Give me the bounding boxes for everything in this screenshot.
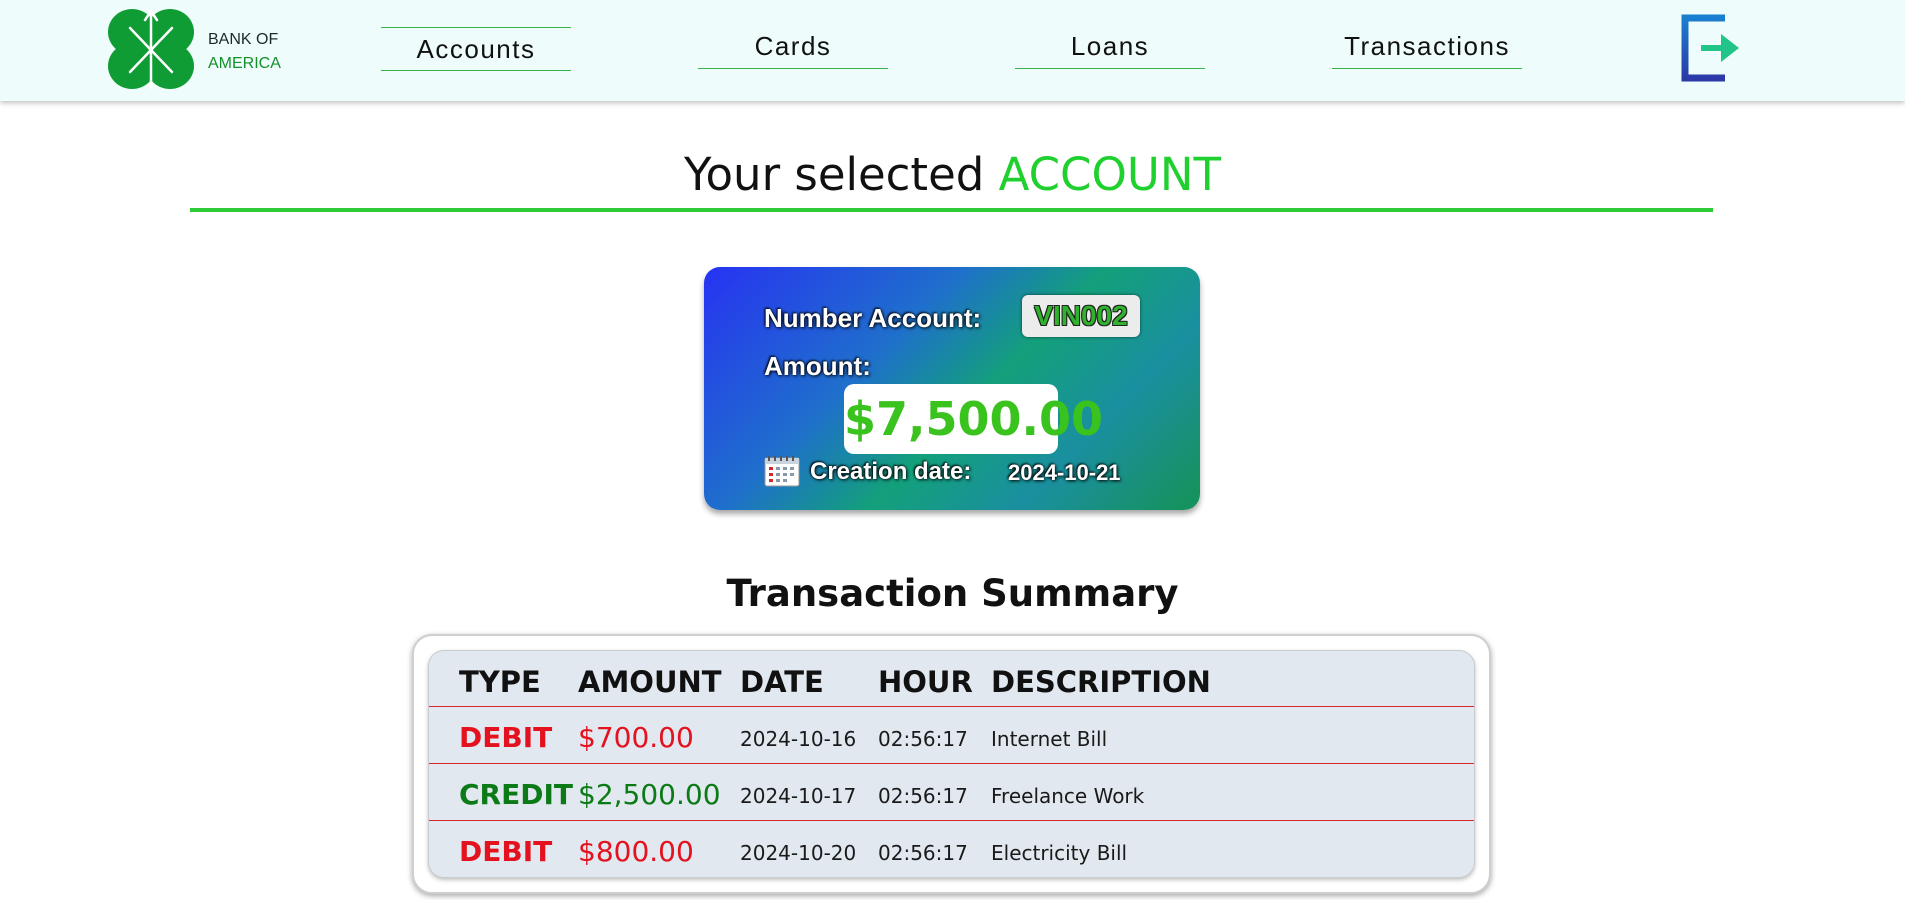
creation-date-label: Creation date:	[810, 458, 972, 485]
summary-title: Transaction Summary	[726, 572, 1179, 615]
brand-line-2: AMERICA	[208, 55, 281, 72]
page-title: Your selected ACCOUNT	[0, 148, 1905, 201]
account-number-badge: VIN002	[1022, 295, 1140, 337]
header-hour: HOUR	[878, 665, 973, 699]
row-type: DEBIT	[459, 721, 553, 754]
row-date: 2024-10-17	[740, 784, 857, 808]
creation-date-value: 2024-10-21	[1008, 460, 1121, 485]
amount-label: Amount:	[764, 351, 871, 381]
table-row: CREDIT $2,500.00 2024-10-17 02:56:17 Fre…	[429, 764, 1474, 821]
transactions-table: TYPE AMOUNT DATE HOUR DESCRIPTION DEBIT …	[428, 650, 1475, 878]
header-date: DATE	[740, 665, 824, 699]
row-date: 2024-10-16	[740, 727, 857, 751]
account-number-label: Number Account:	[764, 303, 982, 333]
row-type: CREDIT	[459, 778, 573, 811]
row-hour: 02:56:17	[878, 784, 968, 808]
row-amount: $700.00	[578, 721, 694, 754]
row-description: Internet Bill	[991, 727, 1108, 751]
title-divider	[190, 208, 1713, 212]
row-date: 2024-10-20	[740, 841, 857, 865]
title-accent: ACCOUNT	[998, 148, 1221, 201]
nav-transactions[interactable]: Transactions	[1332, 25, 1522, 69]
title-prefix: Your selected	[684, 148, 985, 201]
logout-icon[interactable]	[1681, 14, 1741, 82]
brand-name: BANK OF AMERICA	[208, 28, 281, 76]
brand-line-1: BANK OF	[208, 31, 279, 48]
calendar-icon	[764, 456, 800, 487]
account-card: Number Account: VIN002 Amount: $7,500.00…	[704, 267, 1200, 510]
row-amount: $2,500.00	[578, 778, 721, 811]
row-hour: 02:56:17	[878, 727, 968, 751]
table-row: DEBIT $700.00 2024-10-16 02:56:17 Intern…	[429, 707, 1474, 764]
header-description: DESCRIPTION	[991, 665, 1211, 699]
header-type: TYPE	[459, 665, 541, 699]
row-description: Electricity Bill	[991, 841, 1128, 865]
nav-loans[interactable]: Loans	[1015, 25, 1205, 69]
table-row: DEBIT $800.00 2024-10-20 02:56:17 Electr…	[429, 821, 1474, 877]
transactions-table-frame: TYPE AMOUNT DATE HOUR DESCRIPTION DEBIT …	[412, 634, 1491, 894]
top-navbar: BANK OF AMERICA Accounts Cards Loans Tra…	[0, 0, 1905, 101]
nav-accounts[interactable]: Accounts	[381, 27, 571, 71]
row-hour: 02:56:17	[878, 841, 968, 865]
nav-cards[interactable]: Cards	[698, 25, 888, 69]
header-amount: AMOUNT	[578, 665, 722, 699]
account-amount: $7,500.00	[844, 384, 1103, 454]
row-description: Freelance Work	[991, 784, 1145, 808]
row-type: DEBIT	[459, 835, 553, 868]
row-amount: $800.00	[578, 835, 694, 868]
bank-logo[interactable]	[106, 6, 196, 92]
table-header-row: TYPE AMOUNT DATE HOUR DESCRIPTION	[429, 651, 1474, 707]
